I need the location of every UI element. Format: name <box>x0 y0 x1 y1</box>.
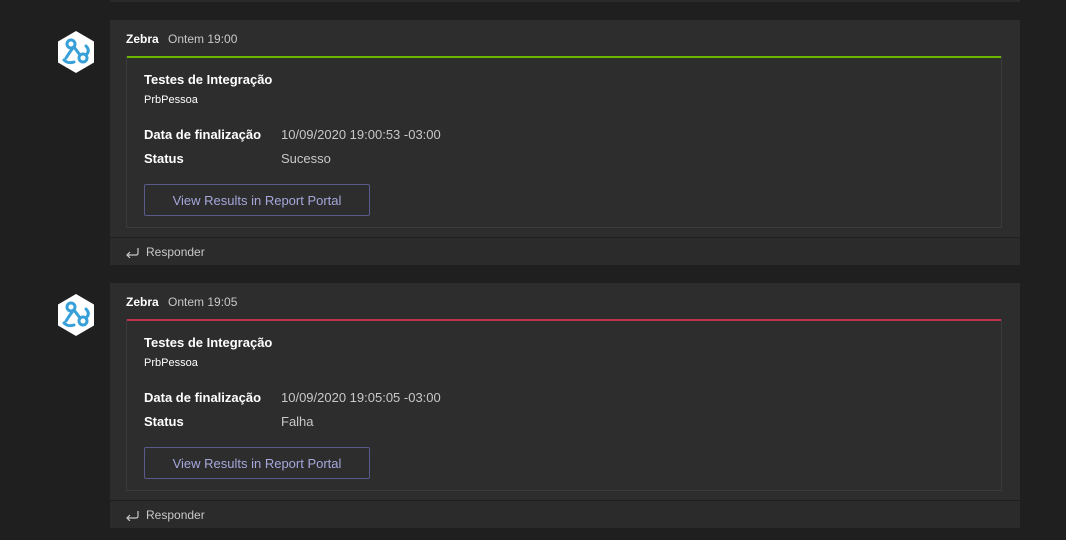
card-title: Testes de Integração <box>144 72 273 87</box>
card-subtitle: PrbPessoa <box>144 357 198 369</box>
card-status-accent <box>127 56 1001 58</box>
view-results-button[interactable]: View Results in Report Portal <box>144 447 370 479</box>
reply-arrow-icon <box>125 246 139 258</box>
message-header: Zebra Ontem 19:00 <box>126 32 237 46</box>
card-title: Testes de Integração <box>144 335 273 350</box>
fact-value: Sucesso <box>281 151 331 166</box>
fact-key: Status <box>144 414 184 429</box>
adaptive-card: Testes de Integração PrbPessoa Data de f… <box>126 56 1002 228</box>
previous-message-edge <box>110 0 1020 2</box>
fact-key: Status <box>144 151 184 166</box>
bot-avatar-icon[interactable] <box>54 30 98 74</box>
adaptive-card: Testes de Integração PrbPessoa Data de f… <box>126 319 1002 491</box>
reply-bar[interactable]: Responder <box>110 500 1020 528</box>
reply-bar[interactable]: Responder <box>110 237 1020 265</box>
card-status-accent <box>127 319 1001 321</box>
message-header: Zebra Ontem 19:05 <box>126 295 237 309</box>
message-timestamp: Ontem 19:05 <box>168 295 238 309</box>
fact-key: Data de finalização <box>144 390 262 405</box>
chat-thread-view: Zebra Ontem 19:00 Testes de Integração P… <box>0 0 1066 540</box>
chat-message: Zebra Ontem 19:05 Testes de Integração P… <box>110 283 1020 528</box>
bot-avatar-icon[interactable] <box>54 293 98 337</box>
sender-name: Zebra <box>126 32 159 46</box>
message-timestamp: Ontem 19:00 <box>168 32 238 46</box>
reply-arrow-icon <box>125 509 139 521</box>
chat-message: Zebra Ontem 19:00 Testes de Integração P… <box>110 20 1020 265</box>
reply-label: Responder <box>146 507 205 522</box>
fact-value: Falha <box>281 414 314 429</box>
card-subtitle: PrbPessoa <box>144 94 198 106</box>
reply-label: Responder <box>146 244 205 259</box>
sender-name: Zebra <box>126 295 159 309</box>
fact-key: Data de finalização <box>144 127 262 142</box>
fact-value: 10/09/2020 19:00:53 -03:00 <box>281 127 441 142</box>
view-results-button[interactable]: View Results in Report Portal <box>144 184 370 216</box>
fact-value: 10/09/2020 19:05:05 -03:00 <box>281 390 441 405</box>
